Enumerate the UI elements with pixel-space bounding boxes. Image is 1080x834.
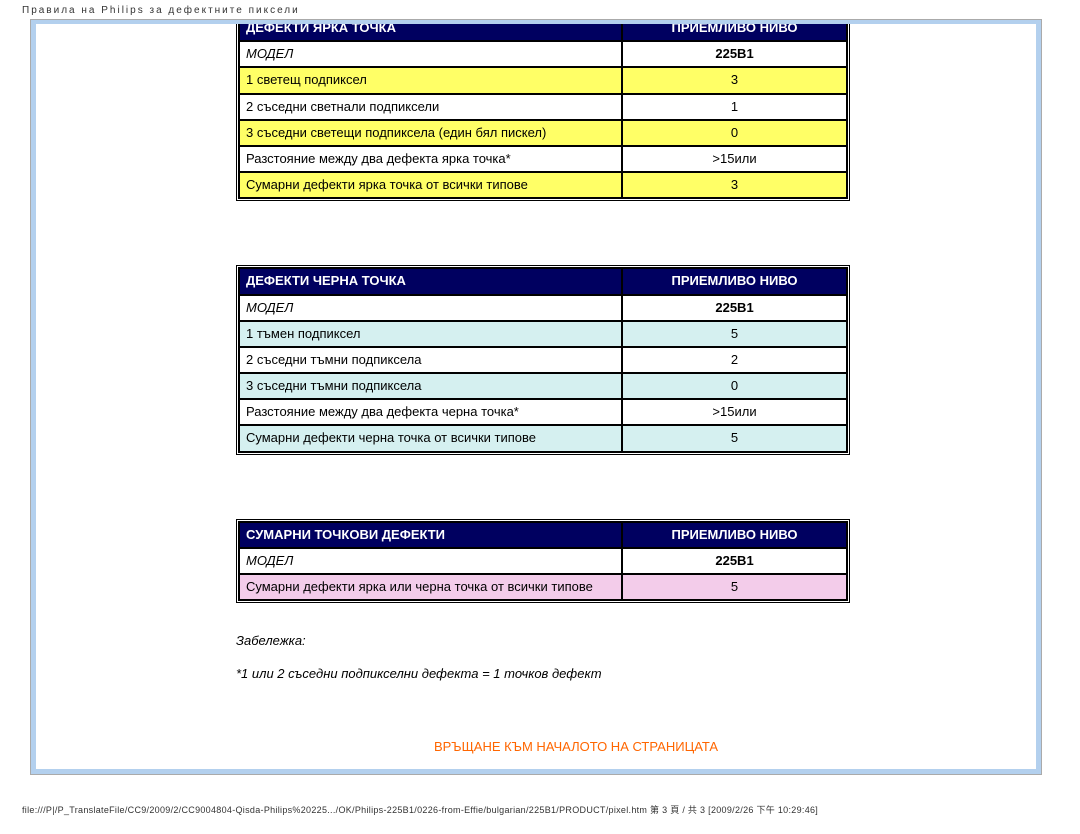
table-header-row: ДЕФЕКТИ ЧЕРНА ТОЧКА ПРИЕМЛИВО НИВО — [239, 268, 847, 294]
row-value: 3 — [622, 172, 847, 198]
model-label: МОДЕЛ — [239, 41, 622, 67]
table-total-defects: СУМАРНИ ТОЧКОВИ ДЕФЕКТИ ПРИЕМЛИВО НИВО М… — [236, 519, 850, 604]
table-row: 1 светещ подпиксел 3 — [239, 67, 847, 93]
hdr-left: СУМАРНИ ТОЧКОВИ ДЕФЕКТИ — [239, 522, 622, 548]
table-row: Сумарни дефекти ярка или черна точка от … — [239, 574, 847, 600]
hdr-right: ПРИЕМЛИВО НИВО — [622, 24, 847, 41]
table-row: 2 съседни светнали подпиксели 1 — [239, 94, 847, 120]
note-text: *1 или 2 съседни подпикселни дефекта = 1… — [236, 666, 916, 681]
row-value: >15или — [622, 399, 847, 425]
row-label: 1 тъмен подпиксел — [239, 321, 622, 347]
row-label: 1 светещ подпиксел — [239, 67, 622, 93]
row-value: 3 — [622, 67, 847, 93]
model-value: 225B1 — [622, 548, 847, 574]
row-label: Сумарни дефекти ярка или черна точка от … — [239, 574, 622, 600]
page-header: Правила на Philips за дефектните пиксели — [0, 0, 1080, 19]
table-row: Сумарни дефекти ярка точка от всички тип… — [239, 172, 847, 198]
table-row: Разстояние между два дефекта ярка точка*… — [239, 146, 847, 172]
model-row: МОДЕЛ 225B1 — [239, 548, 847, 574]
back-to-top[interactable]: ВРЪЩАНЕ КЪМ НАЧАЛОТО НА СТРАНИЦАТА — [236, 739, 916, 754]
table-row: 2 съседни тъмни подпиксела 2 — [239, 347, 847, 373]
content-card: ДЕФЕКТИ ЯРКА ТОЧКА ПРИЕМЛИВО НИВО МОДЕЛ … — [36, 24, 1036, 769]
content-column: ДЕФЕКТИ ЯРКА ТОЧКА ПРИЕМЛИВО НИВО МОДЕЛ … — [236, 24, 916, 769]
table-row: 3 съседни тъмни подпиксела 0 — [239, 373, 847, 399]
footer-path: file:///P|/P_TranslateFile/CC9/2009/2/CC… — [22, 803, 818, 816]
row-label: 3 съседни тъмни подпиксела — [239, 373, 622, 399]
page-frame: ДЕФЕКТИ ЯРКА ТОЧКА ПРИЕМЛИВО НИВО МОДЕЛ … — [30, 19, 1042, 775]
row-label: Сумарни дефекти ярка точка от всички тип… — [239, 172, 622, 198]
model-row: МОДЕЛ 225B1 — [239, 295, 847, 321]
table-row: 3 съседни светещи подпиксела (един бял п… — [239, 120, 847, 146]
note-label: Забележка: — [236, 633, 916, 648]
model-value: 225B1 — [622, 295, 847, 321]
row-value: 0 — [622, 373, 847, 399]
model-value: 225B1 — [622, 41, 847, 67]
table-row: 1 тъмен подпиксел 5 — [239, 321, 847, 347]
hdr-left: ДЕФЕКТИ ЧЕРНА ТОЧКА — [239, 268, 622, 294]
model-row: МОДЕЛ 225B1 — [239, 41, 847, 67]
row-label: 2 съседни тъмни подпиксела — [239, 347, 622, 373]
row-value: 2 — [622, 347, 847, 373]
table-dark-defects: ДЕФЕКТИ ЧЕРНА ТОЧКА ПРИЕМЛИВО НИВО МОДЕЛ… — [236, 265, 850, 454]
row-value: 0 — [622, 120, 847, 146]
row-value: 1 — [622, 94, 847, 120]
row-value: 5 — [622, 574, 847, 600]
table-header-row: СУМАРНИ ТОЧКОВИ ДЕФЕКТИ ПРИЕМЛИВО НИВО — [239, 522, 847, 548]
hdr-right: ПРИЕМЛИВО НИВО — [622, 522, 847, 548]
table-bright-defects: ДЕФЕКТИ ЯРКА ТОЧКА ПРИЕМЛИВО НИВО МОДЕЛ … — [236, 24, 850, 201]
row-label: 2 съседни светнали подпиксели — [239, 94, 622, 120]
row-label: Разстояние между два дефекта ярка точка* — [239, 146, 622, 172]
table-header-row: ДЕФЕКТИ ЯРКА ТОЧКА ПРИЕМЛИВО НИВО — [239, 24, 847, 41]
table-row: Разстояние между два дефекта черна точка… — [239, 399, 847, 425]
model-label: МОДЕЛ — [239, 548, 622, 574]
row-label: Разстояние между два дефекта черна точка… — [239, 399, 622, 425]
row-value: >15или — [622, 146, 847, 172]
table-row: Сумарни дефекти черна точка от всички ти… — [239, 425, 847, 451]
row-value: 5 — [622, 425, 847, 451]
back-to-top-link[interactable]: ВРЪЩАНЕ КЪМ НАЧАЛОТО НА СТРАНИЦАТА — [434, 739, 718, 754]
model-label: МОДЕЛ — [239, 295, 622, 321]
row-value: 5 — [622, 321, 847, 347]
hdr-right: ПРИЕМЛИВО НИВО — [622, 268, 847, 294]
hdr-left: ДЕФЕКТИ ЯРКА ТОЧКА — [239, 24, 622, 41]
row-label: 3 съседни светещи подпиксела (един бял п… — [239, 120, 622, 146]
row-label: Сумарни дефекти черна точка от всички ти… — [239, 425, 622, 451]
